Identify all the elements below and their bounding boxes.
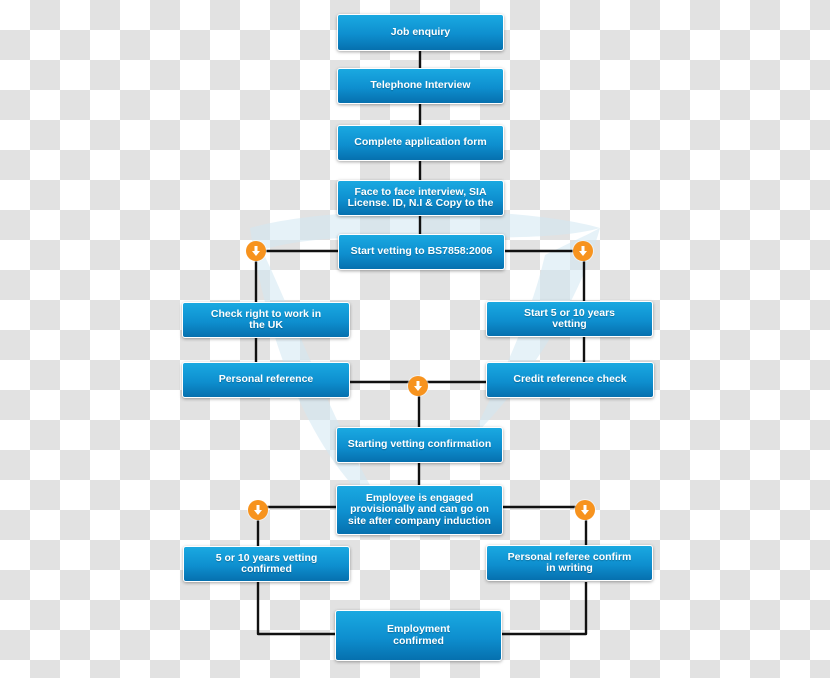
down-arrow-icon bbox=[408, 376, 428, 396]
down-arrow-icon bbox=[573, 241, 593, 261]
node-referee-confirm[interactable]: Personal referee confirm in writing bbox=[486, 545, 653, 581]
node-label-line-3: site after company induction bbox=[348, 514, 491, 527]
down-arrow-icon bbox=[246, 241, 266, 261]
node-face-to-face[interactable]: Face to face interview, SIA License. ID,… bbox=[337, 180, 504, 216]
node-credit-check[interactable]: Credit reference check bbox=[486, 362, 654, 398]
node-label: Complete application form bbox=[354, 136, 487, 149]
node-label: Starting vetting confirmation bbox=[347, 438, 492, 451]
edge-refereeconfirm-employment bbox=[502, 582, 588, 636]
node-label: Personal reference bbox=[218, 373, 314, 386]
node-label: Telephone Interview bbox=[370, 79, 471, 92]
node-start-5-10-years[interactable]: Start 5 or 10 years vetting bbox=[486, 301, 653, 337]
edge-vettingconfirmed-employment bbox=[256, 582, 335, 636]
edge-startvetting-righttowork bbox=[254, 249, 339, 303]
node-employment-confirmed[interactable]: Employment confirmed bbox=[335, 610, 502, 661]
edge-engaged-vettingconfirmed bbox=[256, 505, 338, 547]
down-arrow-icon bbox=[248, 500, 268, 520]
node-label: Credit reference check bbox=[513, 373, 627, 386]
node-label: Start vetting to BS7858:2006 bbox=[350, 245, 493, 258]
node-right-to-work[interactable]: Check right to work in the UK bbox=[182, 302, 350, 338]
node-job-enquiry[interactable]: Job enquiry bbox=[337, 14, 504, 51]
node-label-line-2: the UK bbox=[249, 319, 283, 331]
node-label-line-1: Employment bbox=[386, 623, 450, 635]
node-label-line-2: License. ID, N.I & Copy to the bbox=[347, 197, 494, 209]
node-label-line-2: confirmed bbox=[241, 563, 292, 575]
node-telephone-interview[interactable]: Telephone Interview bbox=[337, 68, 504, 104]
edge-engaged-refereeconfirm bbox=[502, 505, 588, 547]
node-vetting-confirmed[interactable]: 5 or 10 years vetting confirmed bbox=[183, 546, 350, 582]
node-label-line-2: vetting bbox=[552, 318, 587, 330]
node-start-vetting[interactable]: Start vetting to BS7858:2006 bbox=[338, 234, 505, 270]
node-label-line-2: confirmed bbox=[393, 634, 444, 647]
down-arrow-icon bbox=[575, 500, 595, 520]
node-vetting-confirmation[interactable]: Starting vetting confirmation bbox=[336, 427, 503, 463]
node-employee-engaged[interactable]: Employee is engaged provisionally and ca… bbox=[336, 485, 503, 535]
node-label: Job enquiry bbox=[390, 25, 451, 38]
node-personal-reference[interactable]: Personal reference bbox=[182, 362, 350, 398]
edge-startvetting-start510 bbox=[505, 249, 586, 303]
node-label-line-2: in writing bbox=[546, 562, 593, 574]
node-application-form[interactable]: Complete application form bbox=[337, 125, 504, 161]
